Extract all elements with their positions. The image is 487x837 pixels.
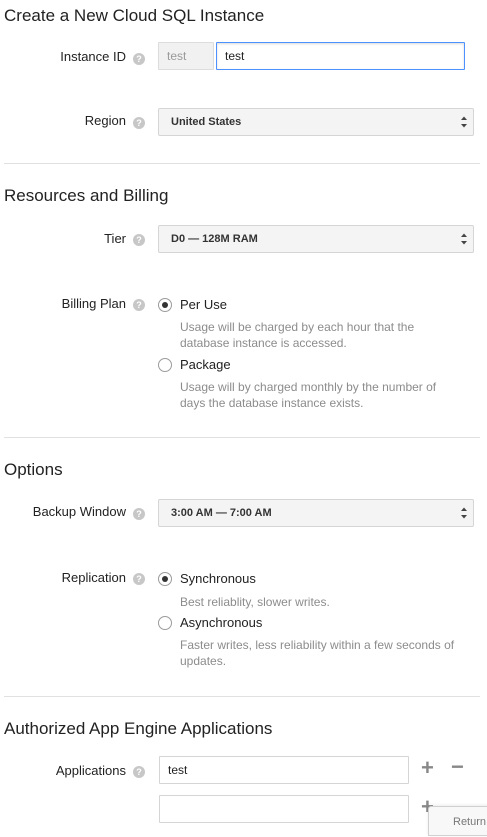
- help-icon[interactable]: ?: [133, 573, 145, 585]
- per-use-description: Usage will be charged by each hour that …: [180, 320, 415, 350]
- divider: [4, 437, 480, 438]
- section-title-options: Options: [4, 460, 63, 479]
- select-arrows-icon: [461, 507, 467, 519]
- tier-label: Tier: [104, 231, 126, 246]
- section-title-create-instance: Create a New Cloud SQL Instance: [4, 6, 265, 25]
- backup-window-value: 3:00 AM — 7:00 AM: [171, 507, 272, 519]
- application-input[interactable]: test: [159, 756, 409, 784]
- applications-label: Applications: [55, 763, 126, 778]
- divider: [4, 163, 480, 164]
- help-icon[interactable]: ?: [133, 299, 145, 311]
- asynchronous-description: Faster writes, less reliability within a…: [180, 638, 455, 668]
- per-use-label[interactable]: Per Use: [180, 297, 227, 312]
- help-icon[interactable]: ?: [133, 766, 145, 778]
- package-radio[interactable]: [158, 358, 172, 372]
- asynchronous-radio[interactable]: [158, 616, 172, 630]
- replication-label: Replication: [61, 570, 126, 585]
- select-arrows-icon: [461, 116, 467, 128]
- synchronous-label[interactable]: Synchronous: [180, 571, 256, 586]
- package-label[interactable]: Package: [180, 357, 231, 372]
- help-icon[interactable]: ?: [133, 53, 145, 65]
- help-icon[interactable]: ?: [133, 508, 145, 520]
- instance-id-prefix: test: [158, 42, 214, 70]
- asynchronous-label[interactable]: Asynchronous: [180, 615, 262, 630]
- synchronous-description: Best reliablity, slower writes.: [180, 595, 330, 609]
- instance-id-label: Instance ID: [60, 49, 126, 64]
- per-use-radio[interactable]: [158, 298, 172, 312]
- section-title-resources-billing: Resources and Billing: [4, 186, 169, 205]
- select-arrows-icon: [461, 233, 467, 245]
- divider: [4, 696, 480, 697]
- package-description: Usage will by charged monthly by the num…: [180, 380, 437, 410]
- backup-window-label: Backup Window: [32, 504, 126, 519]
- remove-application-button[interactable]: −: [451, 756, 464, 778]
- help-icon[interactable]: ?: [133, 117, 145, 129]
- instance-id-input[interactable]: test: [216, 42, 465, 70]
- help-icon[interactable]: ?: [133, 234, 145, 246]
- region-select[interactable]: United States: [158, 108, 474, 136]
- region-select-value: United States: [171, 116, 242, 128]
- backup-window-select[interactable]: 3:00 AM — 7:00 AM: [158, 499, 474, 527]
- billing-plan-label: Billing Plan: [61, 296, 126, 311]
- tier-select[interactable]: D0 — 128M RAM: [158, 225, 474, 253]
- synchronous-radio[interactable]: [158, 572, 172, 586]
- section-title-authorized-apps: Authorized App Engine Applications: [4, 719, 273, 738]
- add-application-button[interactable]: +: [421, 757, 434, 779]
- application-input[interactable]: [159, 795, 409, 823]
- tier-select-value: D0 — 128M RAM: [171, 233, 258, 245]
- region-label: Region: [84, 113, 126, 128]
